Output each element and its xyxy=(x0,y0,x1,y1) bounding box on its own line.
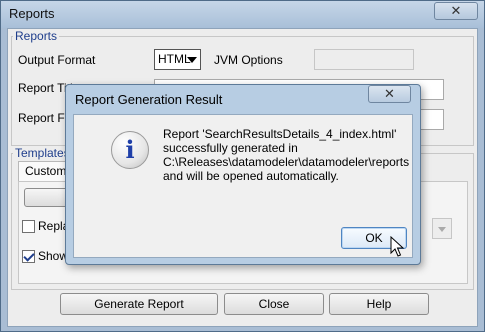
reports-group-legend: Reports xyxy=(13,29,60,43)
output-format-select[interactable]: HTML xyxy=(154,49,201,70)
templates-dropdown[interactable] xyxy=(432,218,452,239)
report-result-dialog: Report Generation Result ✕ i Report 'Sea… xyxy=(65,84,421,265)
help-button[interactable]: Help xyxy=(329,293,429,315)
chevron-down-icon xyxy=(438,227,446,232)
message-line: and will be opened automatically. xyxy=(163,169,339,183)
output-format-value: HTML xyxy=(158,52,191,66)
jvm-options-field[interactable] xyxy=(314,49,414,70)
replace-checkbox[interactable] xyxy=(22,220,35,233)
info-icon: i xyxy=(111,131,149,169)
window-title: Reports xyxy=(9,6,55,21)
close-icon: ✕ xyxy=(450,3,462,18)
message-line: successfully generated in xyxy=(163,141,298,155)
window-close-button[interactable]: ✕ xyxy=(434,2,478,20)
dialog-body: i Report 'SearchResultsDetails_4_index.h… xyxy=(73,114,413,258)
message-line: Report 'SearchResultsDetails_4_index.htm… xyxy=(163,127,397,141)
chevron-down-icon xyxy=(187,57,197,63)
templates-group-legend: Templates xyxy=(13,146,72,160)
message-line: C:\Releases\datamodeler\datamodeler\repo… xyxy=(163,155,410,169)
output-format-label: Output Format xyxy=(18,53,96,67)
show-checkbox[interactable] xyxy=(22,250,35,263)
dialog-message: Report 'SearchResultsDetails_4_index.htm… xyxy=(163,127,410,183)
dialog-title: Report Generation Result xyxy=(75,92,223,107)
generate-report-button[interactable]: Generate Report xyxy=(60,293,218,315)
window-titlebar[interactable]: Reports ✕ xyxy=(1,1,484,28)
jvm-options-label: JVM Options xyxy=(214,53,283,67)
close-icon: ✕ xyxy=(384,86,395,101)
show-label: Show xyxy=(38,249,69,263)
mouse-pointer-icon xyxy=(390,236,404,257)
close-button[interactable]: Close xyxy=(224,293,324,315)
dialog-close-button[interactable]: ✕ xyxy=(368,85,411,103)
